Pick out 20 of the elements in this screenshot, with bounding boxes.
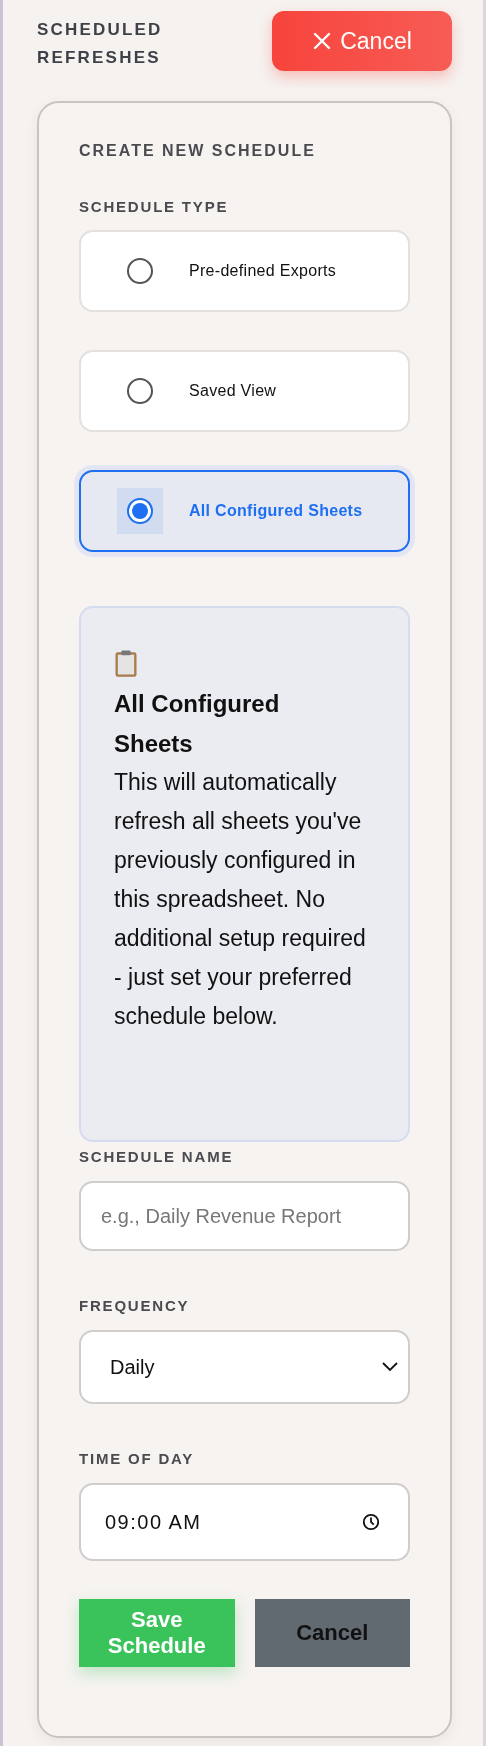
info-text: This will automatically refresh all sheets you've previously configured in this spreadsheet. No additional setup required - just set your preferred schedule below.: [114, 768, 367, 1031]
field-label: SCHEDULE TYPE: [79, 198, 229, 215]
frequency-select[interactable]: Daily: [79, 1330, 410, 1404]
time-field[interactable]: 09:00 AM: [79, 1483, 410, 1561]
schedule-type-option[interactable]: Saved View: [79, 350, 410, 432]
schedule-type-option[interactable]: Pre-defined Exports: [79, 230, 410, 312]
panel-title: SCHEDULED REFRESHES: [37, 19, 164, 69]
field-label: FREQUENCY: [79, 1297, 190, 1314]
radio-button[interactable]: [127, 378, 153, 404]
schedule-name-field[interactable]: e.g., Daily Revenue Report: [79, 1181, 410, 1251]
field-label: SCHEDULE NAME: [79, 1148, 234, 1165]
field-label: TIME OF DAY: [79, 1450, 195, 1467]
chevron-down-icon: [382, 1362, 398, 1372]
form-title: CREATE NEW SCHEDULE: [79, 142, 317, 160]
info-heading: All Configured Sheets: [114, 689, 281, 759]
clock-icon: [362, 1513, 380, 1531]
radio-button[interactable]: [127, 498, 153, 524]
close-icon: [312, 31, 333, 51]
clipboard-icon: [114, 650, 138, 678]
radio-button[interactable]: [127, 258, 153, 284]
